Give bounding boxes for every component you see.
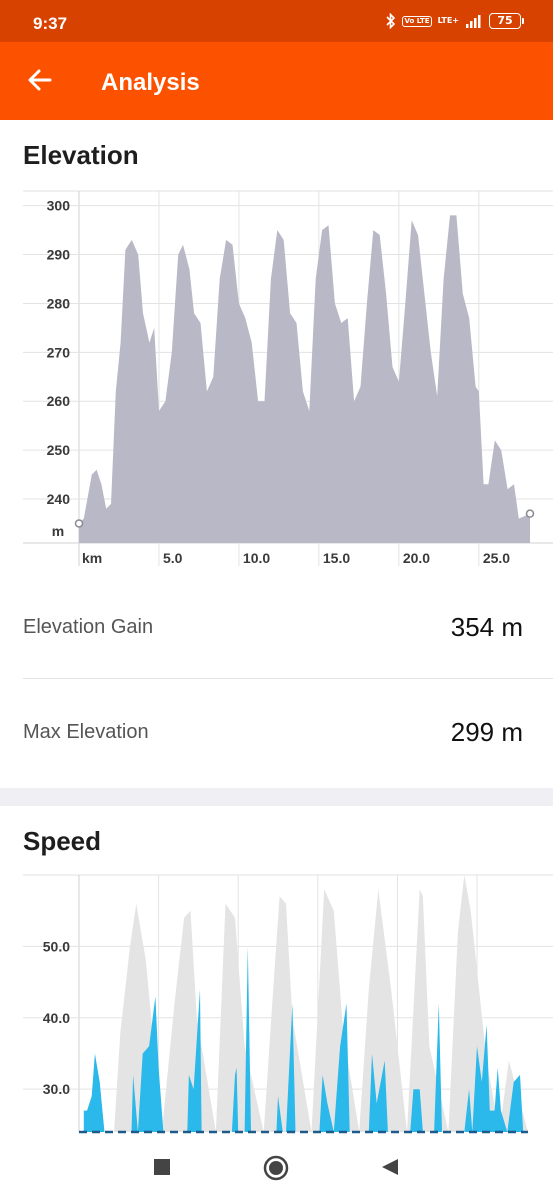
elevation-y-ticks: 300 290 280 270 260 250 240 bbox=[47, 198, 71, 507]
speed-chart: 50.0 40.0 30.0 bbox=[23, 874, 553, 1134]
status-icons: Vo LTE LTE+ 75 bbox=[386, 13, 524, 29]
elevation-gain-value: 354 m bbox=[450, 612, 523, 642]
x-tick-label: 20.0 bbox=[403, 550, 430, 566]
home-icon[interactable] bbox=[263, 1155, 289, 1181]
speed-y-ticks: 50.0 40.0 30.0 bbox=[43, 938, 70, 1097]
page-title: Analysis bbox=[101, 69, 200, 96]
elevation-end-marker bbox=[525, 509, 535, 518]
x-tick-label: 25.0 bbox=[483, 550, 510, 566]
y-tick-label: 30.0 bbox=[43, 1081, 70, 1097]
navigation-bar bbox=[0, 1136, 553, 1200]
elevation-gain-row: Elevation Gain 354 m bbox=[23, 606, 530, 646]
y-tick-label: 280 bbox=[47, 295, 71, 311]
y-tick-label: 270 bbox=[47, 344, 71, 360]
y-tick-label: 40.0 bbox=[43, 1010, 70, 1026]
elevation-area bbox=[79, 215, 530, 543]
y-tick-label: 300 bbox=[47, 198, 71, 214]
x-tick-label: 15.0 bbox=[323, 550, 350, 566]
stats-divider bbox=[23, 678, 553, 679]
volte-icon: Vo LTE bbox=[402, 15, 432, 27]
arrow-left-icon[interactable] bbox=[24, 64, 56, 96]
battery-icon: 75 bbox=[489, 13, 524, 29]
bluetooth-icon bbox=[386, 13, 396, 29]
app-bar: Analysis bbox=[0, 42, 553, 120]
x-tick-label: 5.0 bbox=[163, 550, 183, 566]
lte-signal-icon: LTE+ bbox=[438, 17, 459, 25]
elevation-title: Elevation bbox=[23, 140, 139, 170]
max-elevation-row: Max Elevation 299 m bbox=[23, 711, 530, 751]
elevation-chart: 300 290 280 270 260 250 240 5.0 10.0 15.0 20.0 25.… bbox=[23, 190, 553, 566]
y-tick-label: 260 bbox=[47, 393, 71, 409]
elevation-x-unit: km bbox=[82, 550, 102, 566]
y-tick-label: 240 bbox=[47, 491, 71, 507]
x-tick-label: 10.0 bbox=[243, 550, 270, 566]
status-bar: 9:37 Vo LTE LTE+ 75 bbox=[0, 0, 553, 42]
y-tick-label: 50.0 bbox=[43, 938, 70, 954]
signal-bars-icon bbox=[466, 15, 481, 28]
recent-apps-icon[interactable] bbox=[153, 1158, 171, 1176]
lte-label: LTE+ bbox=[437, 16, 459, 25]
y-tick-label: 250 bbox=[47, 442, 71, 458]
elevation-gain-label: Elevation Gain bbox=[23, 616, 154, 638]
elevation-start-marker bbox=[74, 519, 84, 528]
y-tick-label: 290 bbox=[47, 247, 71, 263]
elevation-x-ticks: 5.0 10.0 15.0 20.0 25.0 bbox=[163, 550, 510, 566]
status-time: 9:37 bbox=[33, 14, 68, 33]
speed-title: Speed bbox=[23, 826, 102, 856]
max-elevation-label: Max Elevation bbox=[23, 721, 149, 743]
back-icon[interactable] bbox=[380, 1157, 400, 1177]
section-separator bbox=[0, 788, 553, 806]
elevation-y-unit: m bbox=[52, 523, 64, 539]
max-elevation-value: 299 m bbox=[450, 717, 523, 747]
